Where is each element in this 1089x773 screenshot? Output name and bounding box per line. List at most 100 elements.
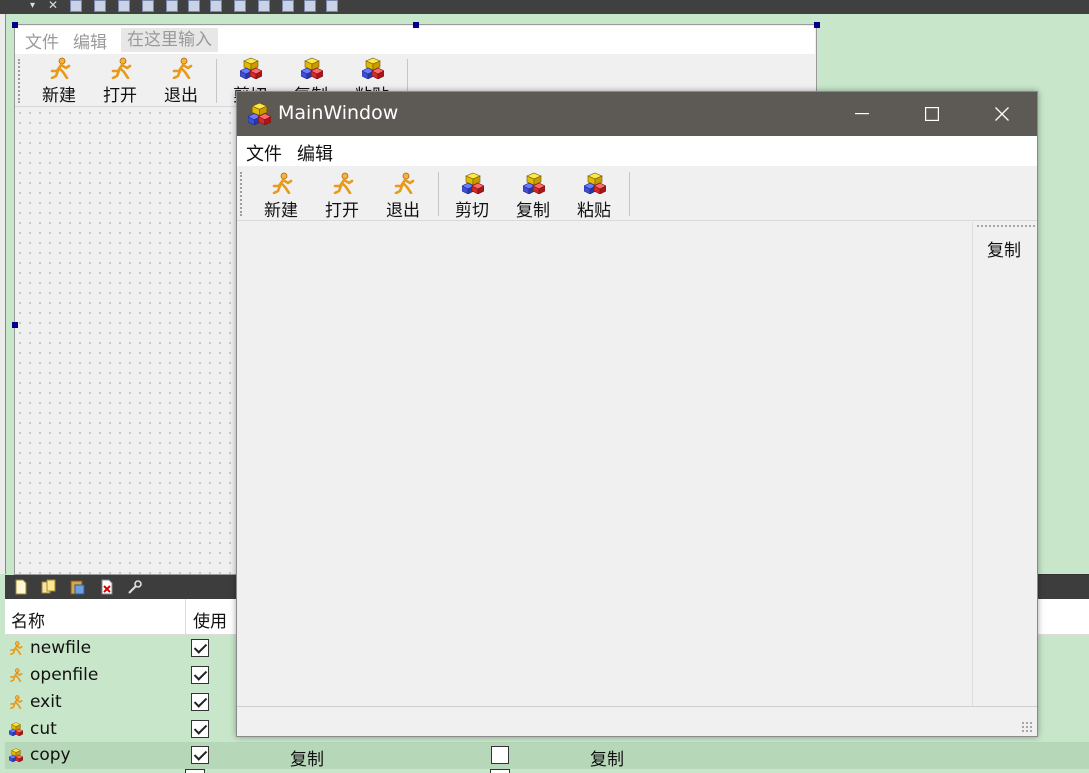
dock-grip[interactable]: [977, 225, 1035, 230]
toolbar-grip[interactable]: [18, 59, 24, 103]
form-tool-open[interactable]: 打开: [92, 55, 148, 106]
resize-handle[interactable]: [12, 322, 18, 328]
running-man-icon: [172, 57, 193, 79]
layout-tool-icon[interactable]: [166, 0, 178, 12]
tool-new-button[interactable]: 新建: [253, 170, 309, 221]
layout-tool-icon[interactable]: [326, 0, 338, 12]
layout-tool-icon[interactable]: [118, 0, 130, 12]
col-header-name[interactable]: 名称: [11, 607, 45, 632]
copy-action-icon[interactable]: [41, 579, 57, 595]
tool-exit-button[interactable]: 退出: [375, 170, 431, 221]
close-button[interactable]: [967, 92, 1037, 136]
checkable-checkbox[interactable]: [491, 746, 509, 764]
action-name: exit: [30, 692, 62, 712]
toolbar-separator: [629, 172, 630, 216]
running-man-icon: [111, 57, 132, 79]
wrench-icon[interactable]: [127, 579, 143, 595]
tool-copy-button[interactable]: 复制: [505, 170, 561, 221]
toolbar-separator: [438, 172, 439, 216]
cubes-icon: [9, 722, 23, 736]
central-widget[interactable]: [237, 222, 971, 706]
action-text: 复制: [290, 750, 324, 770]
close-icon[interactable]: ✕: [48, 0, 58, 12]
form-tool-label: 退出: [164, 86, 198, 106]
main-window-toolbar: 新建 打开 退出 剪切 复制 粘贴: [237, 167, 1037, 221]
layout-tool-icon[interactable]: [70, 0, 82, 12]
cubes-icon: [248, 102, 271, 125]
used-checkbox[interactable]: [191, 746, 209, 764]
used-checkbox[interactable]: [191, 720, 209, 738]
used-checkbox[interactable]: [191, 666, 209, 684]
maximize-icon: [925, 107, 939, 121]
tool-paste-button[interactable]: 粘贴: [566, 170, 622, 221]
action-tooltip: 复制: [590, 750, 624, 770]
layout-tool-icon[interactable]: [210, 0, 222, 12]
layout-tool-icon[interactable]: [94, 0, 106, 12]
resize-handle[interactable]: [814, 22, 820, 28]
form-menu-type-here[interactable]: 在这里输入: [121, 28, 218, 52]
col-header-used[interactable]: 使用: [193, 607, 227, 632]
form-menu-file[interactable]: 文件: [15, 28, 69, 53]
running-man-icon: [10, 668, 23, 682]
window-title: MainWindow: [278, 102, 399, 124]
tool-open-button[interactable]: 打开: [314, 170, 370, 221]
menu-edit[interactable]: 编辑: [297, 140, 333, 166]
toolbar-separator: [216, 59, 217, 103]
close-icon: [995, 107, 1009, 121]
form-tool-label: 打开: [103, 86, 137, 106]
running-man-icon: [333, 172, 354, 194]
form-tool-exit[interactable]: 退出: [153, 55, 209, 106]
delete-action-icon[interactable]: [99, 579, 115, 595]
table-row-selected[interactable]: copy 复制 复制: [5, 742, 1089, 770]
layout-tool-icon[interactable]: [234, 0, 246, 12]
cubes-icon: [584, 172, 606, 194]
action-name: newfile: [30, 638, 92, 658]
status-bar: [237, 706, 1037, 736]
menu-file[interactable]: 文件: [246, 140, 282, 166]
designer-toolbar: ▾ ✕: [0, 0, 1089, 14]
running-man-icon: [10, 641, 23, 655]
used-checkbox[interactable]: [191, 693, 209, 711]
tool-label: 打开: [325, 201, 359, 221]
dock-label: 复制: [987, 241, 1021, 261]
main-window-titlebar[interactable]: MainWindow: [237, 92, 1037, 136]
resize-handle[interactable]: [12, 22, 18, 28]
next-row-checkbox-partial: [185, 769, 205, 773]
cubes-icon: [301, 57, 323, 79]
new-action-icon[interactable]: [13, 579, 29, 595]
main-window-menubar: 文件 编辑: [237, 136, 1037, 166]
used-checkbox[interactable]: [191, 639, 209, 657]
size-grip-icon[interactable]: [1021, 721, 1033, 733]
action-name: openfile: [30, 665, 99, 685]
layout-tool-icon[interactable]: [142, 0, 154, 12]
cubes-icon: [240, 57, 262, 79]
running-man-icon: [50, 57, 71, 79]
tool-label: 粘贴: [577, 201, 611, 221]
maximize-button[interactable]: [897, 92, 967, 136]
layout-tool-icon[interactable]: [282, 0, 294, 12]
layout-tool-icon[interactable]: [304, 0, 316, 12]
layout-tool-icon[interactable]: [188, 0, 200, 12]
minimize-button[interactable]: [827, 92, 897, 136]
layout-tool-icon[interactable]: [258, 0, 270, 12]
paste-action-icon[interactable]: [69, 579, 85, 595]
cubes-icon: [362, 57, 384, 79]
tool-label: 新建: [264, 201, 298, 221]
toolbar-grip[interactable]: [240, 172, 246, 216]
tool-label: 剪切: [455, 201, 489, 221]
resize-handle[interactable]: [413, 22, 419, 28]
cubes-icon: [9, 748, 23, 762]
minimize-icon: [855, 113, 869, 115]
form-menu-edit[interactable]: 编辑: [69, 28, 117, 53]
form-menubar: 文件 编辑 在这里输入: [15, 26, 815, 54]
next-row-checkbox-partial: [490, 769, 510, 773]
dropdown-arrow-icon[interactable]: ▾: [30, 0, 35, 11]
form-tool-new[interactable]: 新建: [31, 55, 87, 106]
running-man-icon: [10, 695, 23, 709]
tool-cut-button[interactable]: 剪切: [444, 170, 500, 221]
dock-widget[interactable]: 复制: [972, 222, 1037, 706]
cubes-icon: [462, 172, 484, 194]
action-name: cut: [30, 719, 57, 739]
tool-label: 复制: [516, 201, 550, 221]
left-panel-edge: [0, 14, 6, 574]
